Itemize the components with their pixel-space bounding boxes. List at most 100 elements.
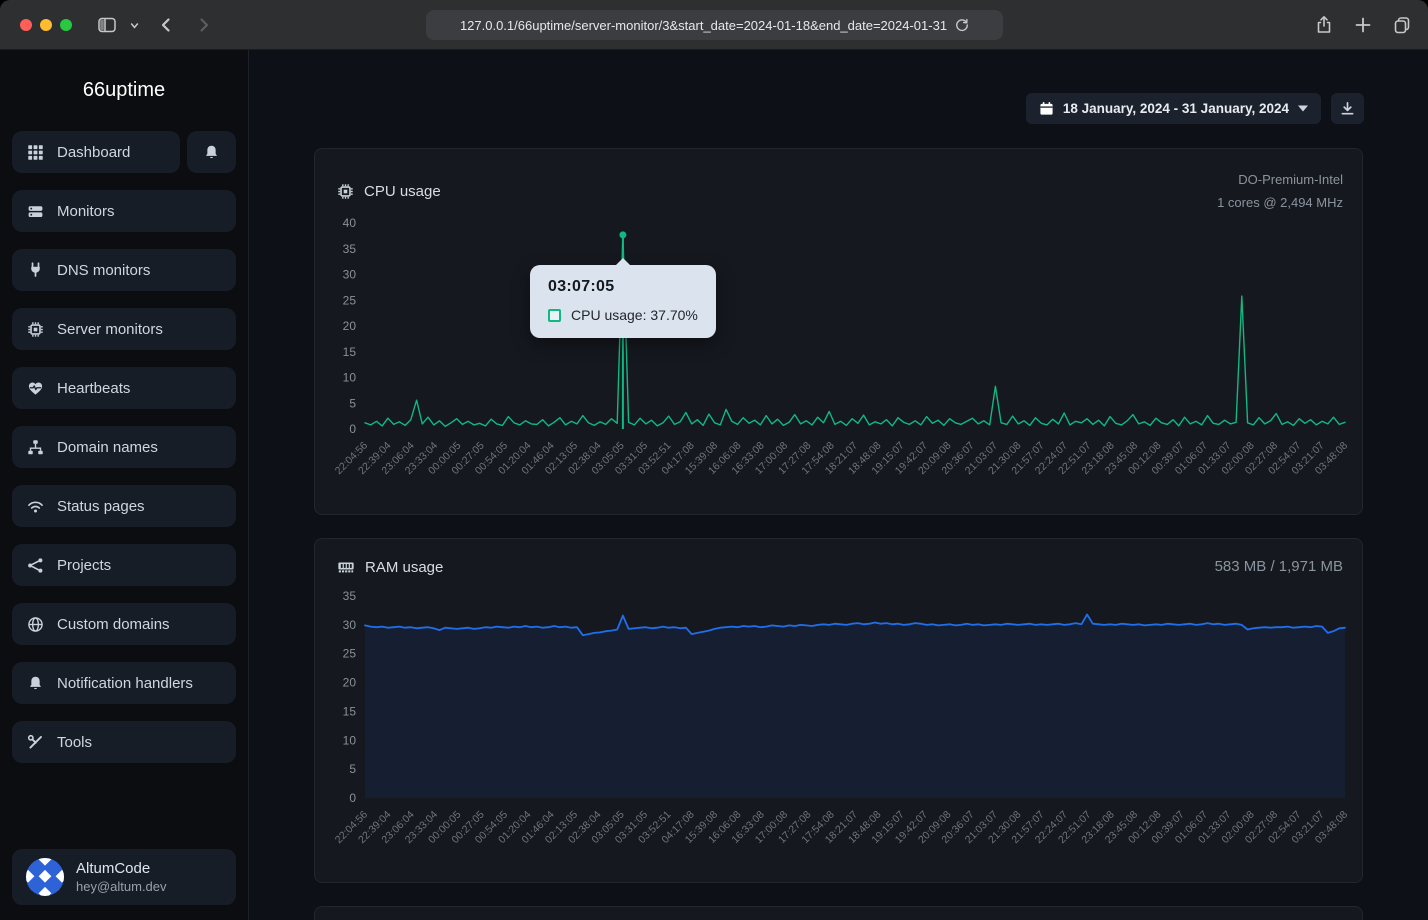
chart-tooltip: 03:07:05 CPU usage: 37.70%: [530, 265, 716, 338]
toolbar: 18 January, 2024 - 31 January, 2024: [314, 93, 1364, 124]
user-name: AltumCode: [76, 860, 167, 877]
svg-text:35: 35: [343, 589, 357, 603]
url-bar[interactable]: 127.0.0.1/66uptime/server-monitor/3&star…: [426, 10, 1003, 40]
cpu-card-title: CPU usage: [364, 183, 441, 200]
heartbeat-icon: [27, 380, 44, 397]
sidebar-item-projects[interactable]: Projects: [12, 544, 236, 586]
nav-row: Tools: [12, 721, 236, 763]
svg-text:25: 25: [343, 647, 357, 661]
plug-icon: [27, 262, 44, 279]
nav-row: Domain names: [12, 426, 236, 468]
svg-text:0: 0: [349, 422, 356, 436]
sidebar-item-notification-handlers[interactable]: Notification handlers: [12, 662, 236, 704]
share-icon[interactable]: [1314, 15, 1334, 35]
date-range-label: 18 January, 2024 - 31 January, 2024: [1063, 101, 1289, 116]
svg-text:20: 20: [343, 319, 357, 333]
sidebar-item-label: Projects: [57, 557, 111, 574]
download-icon: [1340, 101, 1355, 116]
reload-icon[interactable]: [955, 18, 969, 32]
minimize-window-button[interactable]: [40, 19, 52, 31]
sidebar-item-monitors[interactable]: Monitors: [12, 190, 236, 232]
traffic-lights: [20, 19, 72, 31]
svg-text:30: 30: [343, 268, 357, 282]
caret-down-icon: [1298, 105, 1308, 112]
nav-row: Notification handlers: [12, 662, 236, 704]
svg-text:15: 15: [343, 704, 357, 718]
svg-text:5: 5: [349, 396, 356, 410]
cpu-meta-cores: 1 cores @ 2,494 MHz: [1217, 191, 1343, 214]
tooltip-time: 03:07:05: [548, 278, 698, 296]
nav-row: Custom domains: [12, 603, 236, 645]
sidebar-item-tools[interactable]: Tools: [12, 721, 236, 763]
svg-text:35: 35: [343, 242, 357, 256]
tooltip-legend-swatch: [548, 309, 561, 322]
nav-row: Dashboard: [12, 131, 236, 173]
nodes-icon: [27, 557, 44, 574]
zoom-window-button[interactable]: [60, 19, 72, 31]
url-text: 127.0.0.1/66uptime/server-monitor/3&star…: [460, 18, 947, 33]
sitemap-icon: [27, 439, 44, 456]
browser-window: 127.0.0.1/66uptime/server-monitor/3&star…: [0, 0, 1428, 920]
sidebar: 66uptime Dashboard Monitors DNS monitors Se…: [0, 50, 249, 920]
sidebar-item-label: Dashboard: [57, 144, 130, 161]
date-range-picker[interactable]: 18 January, 2024 - 31 January, 2024: [1026, 93, 1321, 124]
cpu-chip-icon: [337, 183, 354, 200]
chrome-actions: [1314, 15, 1412, 35]
sidebar-nav: Dashboard Monitors DNS monitors Server moni…: [12, 131, 236, 763]
tooltip-value: CPU usage: 37.70%: [571, 307, 698, 323]
nav-row: DNS monitors: [12, 249, 236, 291]
user-card[interactable]: AltumCode hey@altum.dev: [12, 849, 236, 905]
svg-text:30: 30: [343, 618, 357, 632]
sidebar-item-label: Domain names: [57, 439, 158, 456]
notifications-button[interactable]: [187, 131, 236, 173]
sidebar-item-label: Heartbeats: [57, 380, 130, 397]
ram-card-title: RAM usage: [365, 559, 443, 576]
sidebar-item-label: Notification handlers: [57, 675, 193, 692]
svg-text:40: 40: [343, 216, 357, 230]
svg-text:20: 20: [343, 676, 357, 690]
svg-text:15: 15: [343, 345, 357, 359]
sidebar-item-label: Server monitors: [57, 321, 163, 338]
next-card-partial: [314, 906, 1363, 920]
sidebar-item-dns-monitors[interactable]: DNS monitors: [12, 249, 236, 291]
nav-row: Projects: [12, 544, 236, 586]
download-button[interactable]: [1331, 93, 1364, 124]
sidebar-item-status-pages[interactable]: Status pages: [12, 485, 236, 527]
sidebar-item-label: Custom domains: [57, 616, 170, 633]
calendar-icon: [1039, 101, 1054, 116]
browser-chrome: 127.0.0.1/66uptime/server-monitor/3&star…: [0, 0, 1428, 50]
svg-text:10: 10: [343, 733, 357, 747]
user-email: hey@altum.dev: [76, 879, 167, 894]
cpu-meta-name: DO-Premium-Intel: [1217, 168, 1343, 191]
globe-icon: [27, 616, 44, 633]
sidebar-item-server-monitors[interactable]: Server monitors: [12, 308, 236, 350]
tools-icon: [27, 734, 44, 751]
forward-icon[interactable]: [194, 15, 214, 35]
ram-usage-card: RAM usage 583 MB / 1,971 MB 051015202530…: [314, 538, 1363, 883]
main-content: 18 January, 2024 - 31 January, 2024: [249, 50, 1428, 920]
cpu-usage-card: CPU usage DO-Premium-Intel 1 cores @ 2,4…: [314, 148, 1363, 515]
svg-text:0: 0: [349, 791, 356, 805]
sidebar-item-custom-domains[interactable]: Custom domains: [12, 603, 236, 645]
sidebar-toggle-icon[interactable]: [97, 15, 117, 35]
avatar: [26, 858, 64, 896]
chip-icon: [27, 321, 44, 338]
grid-icon: [27, 144, 44, 161]
sidebar-item-dashboard[interactable]: Dashboard: [12, 131, 180, 173]
sidebar-item-label: Status pages: [57, 498, 145, 515]
svg-text:10: 10: [343, 371, 357, 385]
tab-overview-icon[interactable]: [1392, 15, 1412, 35]
back-icon[interactable]: [156, 15, 176, 35]
chevron-down-icon[interactable]: [128, 19, 141, 32]
close-window-button[interactable]: [20, 19, 32, 31]
sidebar-item-domain-names[interactable]: Domain names: [12, 426, 236, 468]
stack-icon: [27, 203, 44, 220]
ram-stick-icon: [337, 558, 355, 576]
new-tab-icon[interactable]: [1353, 15, 1373, 35]
ram-meta-usage: 583 MB / 1,971 MB: [1215, 558, 1343, 576]
sidebar-item-label: Tools: [57, 734, 92, 751]
ram-usage-chart[interactable]: 0510152025303522:04:5622:39:0423:06:0423…: [315, 539, 1362, 882]
sidebar-item-label: DNS monitors: [57, 262, 150, 279]
app-logo: 66uptime: [12, 76, 236, 104]
sidebar-item-heartbeats[interactable]: Heartbeats: [12, 367, 236, 409]
